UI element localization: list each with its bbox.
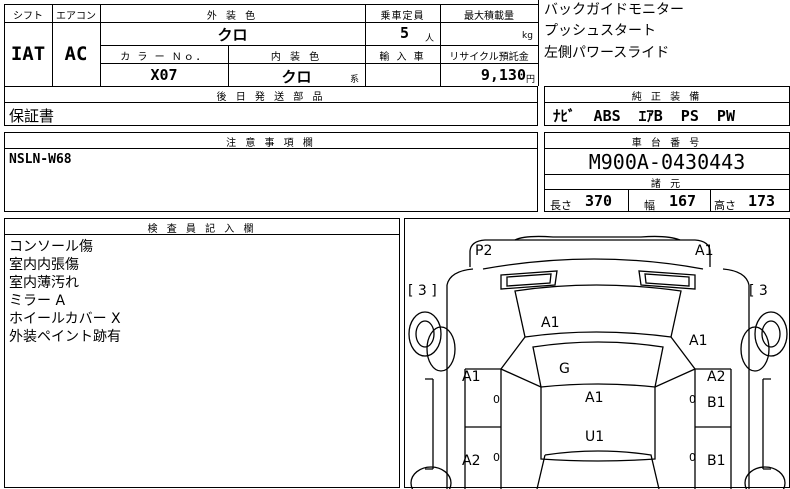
exterior-color-header: 外 装 色	[206, 11, 259, 22]
chassis-number: M900A-0430443	[588, 150, 746, 174]
recycle-value: 9,130	[480, 66, 526, 84]
later-parts-header: 後 日 発 送 部 品	[216, 92, 326, 103]
notes-value: NSLN-W68	[9, 152, 72, 167]
damage-mark-a1-hood: A1	[541, 315, 560, 331]
table-line	[100, 45, 538, 46]
length-value: 370	[585, 192, 613, 210]
genuine-equipment-header: 純 正 装 備	[631, 92, 703, 103]
mark-zero-right-2: 0	[689, 451, 696, 464]
bracket-right: [ 3	[749, 283, 768, 299]
damage-mark-b1-right-1: B1	[707, 395, 726, 411]
inspector-note-line: ミラー A	[9, 293, 66, 309]
genuine-equipment-value: ﾅﾋﾞ ABS ｴｱB PS PW	[553, 107, 735, 125]
height-value: 173	[748, 192, 776, 210]
feature-item: バックガイドモニター	[544, 2, 684, 18]
width-value: 167	[669, 192, 697, 210]
inspector-notes-header: 検 査 員 記 入 欄	[147, 224, 257, 235]
damage-mark-a2-right-door: A2	[707, 369, 726, 385]
damage-mark-a2-left-rear: A2	[462, 453, 481, 469]
car-outline-drawing	[408, 235, 788, 489]
capacity-unit: 人	[425, 34, 435, 44]
interior-suffix: 系	[350, 75, 360, 85]
feature-item: プッシュスタート	[544, 23, 656, 39]
shift-header: シフト	[13, 11, 43, 22]
inspector-notes-box: 検 査 員 記 入 欄 コンソール傷 室内内張傷 室内薄汚れ ミラー A ホイー…	[4, 218, 400, 488]
damage-mark-a1-top: A1	[695, 243, 714, 259]
mark-zero-left-1: 0	[493, 393, 500, 406]
notes-box: 注 意 事 項 欄 NSLN-W68	[4, 132, 538, 212]
inspector-note-line: 室内内張傷	[9, 257, 79, 273]
aircon-header: エアコン	[56, 11, 96, 22]
damage-mark-a1-left-door: A1	[462, 369, 481, 385]
max-load-header: 最大積載量	[464, 11, 514, 22]
inspector-note-line: ホイールカバー X	[9, 311, 121, 327]
damage-mark-a1-roof: A1	[585, 390, 604, 406]
chassis-header: 車 台 番 号	[631, 138, 703, 149]
table-line	[100, 63, 538, 64]
inspector-note-line: 外装ペイント跡有	[9, 329, 121, 345]
chassis-box: 車 台 番 号 M900A-0430443 諸 元 長さ 370 幅 167 高…	[544, 132, 790, 212]
inspector-note-line: 室内薄汚れ	[9, 275, 79, 291]
mark-zero-right-1: 0	[689, 393, 696, 406]
damage-mark-g: G	[559, 361, 570, 377]
import-header: 輸 入 車	[379, 52, 426, 63]
max-load-unit: kg	[522, 31, 533, 41]
capacity-header: 乗車定員	[380, 11, 425, 22]
shift-value: IAT	[10, 43, 46, 65]
color-no-value: X07	[150, 66, 178, 84]
feature-item: 左側パワースライド	[544, 45, 670, 61]
table-line	[538, 0, 539, 86]
table-line	[710, 189, 711, 211]
mark-zero-left-2: 0	[493, 451, 500, 464]
damage-mark-b1-right-2: B1	[707, 453, 726, 469]
color-no-header: カ ラ ー Ｎｏ．	[120, 52, 208, 63]
width-label: 幅	[644, 199, 655, 212]
damage-mark-u1: U1	[585, 429, 605, 445]
height-label: 高さ	[714, 199, 736, 212]
exterior-color-value: クロ	[217, 26, 248, 44]
later-parts-value: 保証書	[9, 107, 55, 125]
damage-mark-a1-right-front: A1	[689, 333, 708, 349]
interior-color-value: クロ	[281, 68, 312, 86]
interior-color-header: 内 装 色	[270, 52, 323, 63]
recycle-unit: 円	[526, 75, 536, 85]
notes-header: 注 意 事 項 欄	[226, 138, 316, 149]
table-line	[4, 4, 538, 5]
genuine-equipment-box: 純 正 装 備 ﾅﾋﾞ ABS ｴｱB PS PW	[544, 86, 790, 126]
later-parts-box: 後 日 発 送 部 品 保証書	[4, 86, 538, 126]
capacity-value: 5	[400, 24, 410, 42]
dimensions-header: 諸 元	[650, 179, 684, 190]
damage-mark-p2: P2	[475, 243, 493, 259]
recycle-header: リサイクル預託金	[449, 52, 529, 63]
car-diagram: P2 A1 [ 3 ] [ 3 A1 A1 G A1 A2 A1 0 0 B1 …	[404, 218, 790, 489]
table-line	[628, 189, 629, 211]
bracket-left: [ 3 ]	[408, 283, 437, 299]
inspector-note-line: コンソール傷	[9, 239, 93, 255]
length-label: 長さ	[550, 199, 572, 212]
table-line	[4, 22, 538, 23]
aircon-value: AC	[64, 43, 88, 65]
